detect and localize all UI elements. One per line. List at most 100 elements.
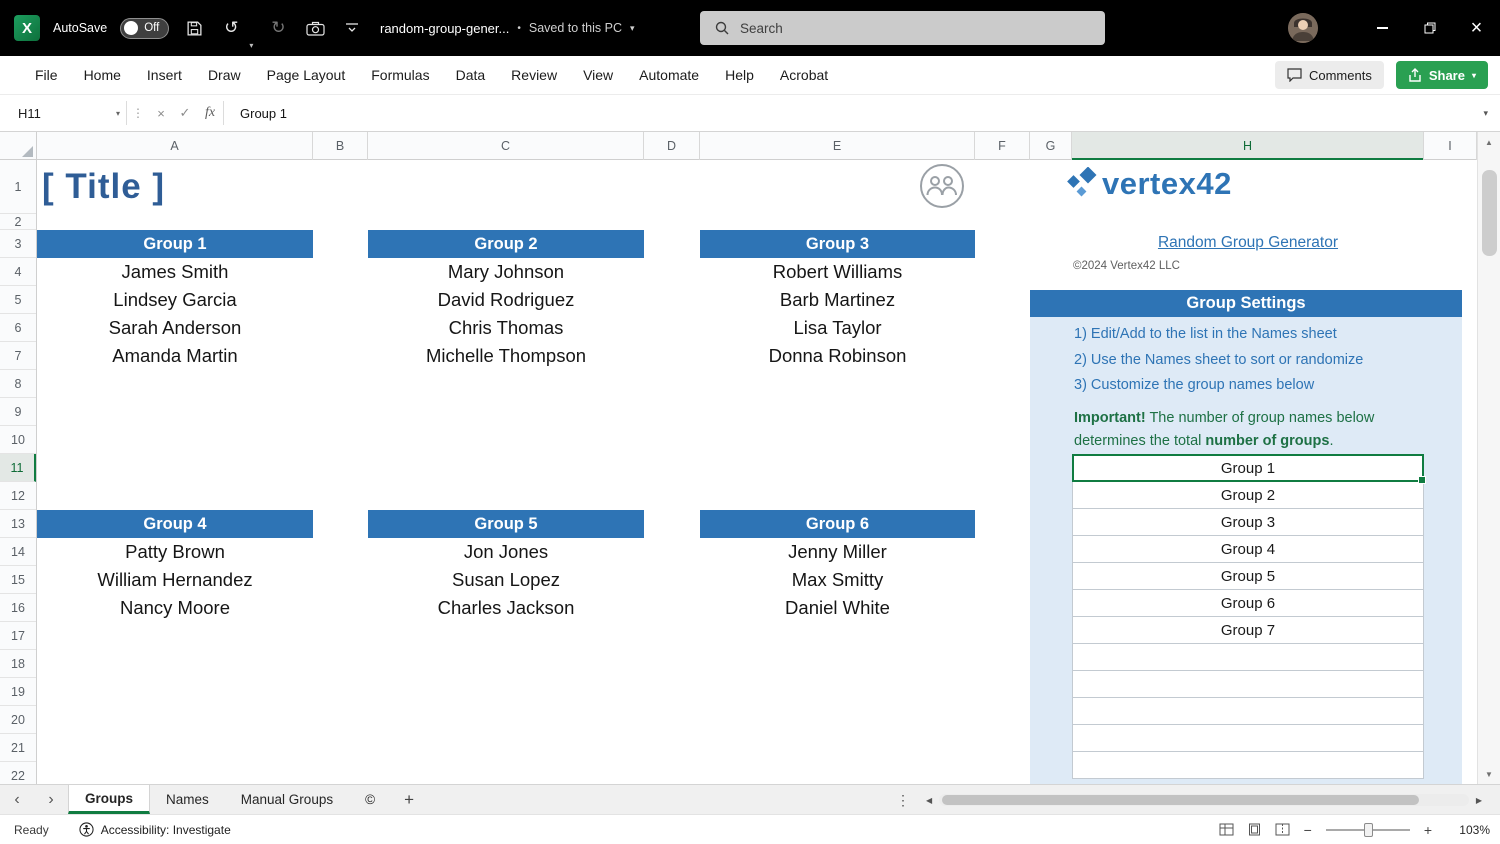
scroll-left-icon[interactable]: ◀ <box>926 796 932 805</box>
group-header-cell[interactable]: Group 4 <box>37 510 313 538</box>
group-name-cell[interactable] <box>1072 670 1424 698</box>
row-header[interactable]: 5 <box>0 286 36 314</box>
column-header-b[interactable]: B <box>313 132 368 160</box>
undo-dropdown-icon[interactable]: ▾ <box>249 41 253 56</box>
row-header[interactable]: 13 <box>0 510 36 538</box>
column-header-g[interactable]: G <box>1030 132 1072 160</box>
row-header[interactable]: 3 <box>0 230 36 258</box>
search-input[interactable]: Search <box>700 11 1105 45</box>
restore-button[interactable] <box>1406 0 1453 56</box>
tab-view[interactable]: View <box>570 56 626 94</box>
row-header[interactable]: 8 <box>0 370 36 398</box>
scroll-right-icon[interactable]: ▶ <box>1476 796 1482 805</box>
row-header[interactable]: 15 <box>0 566 36 594</box>
row-header[interactable]: 1 <box>0 160 36 214</box>
title-cell[interactable]: [ Title ] <box>42 160 165 214</box>
minimize-button[interactable] <box>1359 0 1406 56</box>
formula-input[interactable]: Group 1 <box>240 106 1483 121</box>
zoom-level[interactable]: 103% <box>1446 823 1490 837</box>
row-header[interactable]: 19 <box>0 678 36 706</box>
group-name-cell[interactable] <box>1072 751 1424 779</box>
member-cell[interactable]: David Rodriguez <box>368 286 644 314</box>
save-icon[interactable] <box>182 15 206 41</box>
member-cell[interactable]: Daniel White <box>700 594 975 622</box>
tab-file[interactable]: File <box>22 56 71 94</box>
column-header-e[interactable]: E <box>700 132 975 160</box>
saved-status-chevron-icon[interactable]: ▾ <box>630 23 635 34</box>
tab-acrobat[interactable]: Acrobat <box>767 56 841 94</box>
member-cell[interactable]: Lindsey Garcia <box>37 286 313 314</box>
group-name-cell[interactable]: Group 5 <box>1072 562 1424 590</box>
group-name-cell[interactable] <box>1072 724 1424 752</box>
redo-icon[interactable]: ↻ <box>266 15 290 41</box>
row-header-selected[interactable]: 11 <box>0 454 36 482</box>
row-header[interactable]: 10 <box>0 426 36 454</box>
expand-formula-bar-icon[interactable]: ▾ <box>1483 108 1488 119</box>
row-header[interactable]: 9 <box>0 398 36 426</box>
user-avatar[interactable] <box>1288 13 1318 43</box>
member-cell[interactable]: Susan Lopez <box>368 566 644 594</box>
member-cell[interactable]: Lisa Taylor <box>700 314 975 342</box>
name-box[interactable]: H11 ▾ <box>8 100 126 126</box>
customize-quick-access-icon[interactable] <box>340 15 364 41</box>
member-cell[interactable]: Donna Robinson <box>700 342 975 370</box>
member-cell[interactable]: Jon Jones <box>368 538 644 566</box>
sheet-tab-copyright[interactable]: © <box>349 785 391 814</box>
insert-function-icon[interactable]: fx <box>197 105 223 121</box>
group-name-cell-selected[interactable]: Group 1 <box>1072 454 1424 482</box>
next-sheet-icon[interactable]: › <box>34 785 68 814</box>
cancel-entry-icon[interactable]: × <box>149 106 173 121</box>
row-header[interactable]: 22 <box>0 762 36 784</box>
tab-page-layout[interactable]: Page Layout <box>254 56 359 94</box>
page-layout-view-icon[interactable] <box>1247 823 1262 836</box>
row-header[interactable]: 6 <box>0 314 36 342</box>
group-header-cell[interactable]: Group 2 <box>368 230 644 258</box>
group-header-cell[interactable]: Group 6 <box>700 510 975 538</box>
member-cell[interactable]: Chris Thomas <box>368 314 644 342</box>
add-sheet-icon[interactable]: + <box>391 785 427 814</box>
row-header[interactable]: 7 <box>0 342 36 370</box>
column-header-c[interactable]: C <box>368 132 644 160</box>
group-name-cell[interactable]: Group 6 <box>1072 589 1424 617</box>
select-all-corner[interactable] <box>0 132 37 160</box>
tab-formulas[interactable]: Formulas <box>358 56 442 94</box>
row-header[interactable]: 16 <box>0 594 36 622</box>
page-break-preview-icon[interactable] <box>1275 823 1290 836</box>
column-header-d[interactable]: D <box>644 132 700 160</box>
sheet-tab-groups[interactable]: Groups <box>68 785 150 814</box>
row-header[interactable]: 14 <box>0 538 36 566</box>
spreadsheet-grid[interactable]: [ Title ] vertex42 Random Group Generato… <box>0 160 1477 784</box>
previous-sheet-icon[interactable]: ‹ <box>0 785 34 814</box>
member-cell[interactable]: Barb Martinez <box>700 286 975 314</box>
member-cell[interactable]: Jenny Miller <box>700 538 975 566</box>
row-header[interactable]: 18 <box>0 650 36 678</box>
zoom-in-icon[interactable]: + <box>1424 822 1432 838</box>
member-cell[interactable]: Robert Williams <box>700 258 975 286</box>
sheet-tab-names[interactable]: Names <box>150 785 225 814</box>
member-cell[interactable]: Michelle Thompson <box>368 342 644 370</box>
group-name-cell[interactable] <box>1072 643 1424 671</box>
saved-status[interactable]: Saved to this PC <box>529 21 622 35</box>
sheet-options-icon[interactable]: ⋮ <box>896 785 910 815</box>
tab-draw[interactable]: Draw <box>195 56 254 94</box>
group-header-cell[interactable]: Group 3 <box>700 230 975 258</box>
name-box-chevron-icon[interactable]: ▾ <box>116 109 120 118</box>
accessibility-status[interactable]: Accessibility: Investigate <box>79 822 231 837</box>
zoom-slider-thumb[interactable] <box>1364 823 1373 837</box>
row-header[interactable]: 21 <box>0 734 36 762</box>
horizontal-scroll-track[interactable] <box>939 794 1469 806</box>
tab-home[interactable]: Home <box>71 56 134 94</box>
row-header[interactable]: 12 <box>0 482 36 510</box>
member-cell[interactable]: Sarah Anderson <box>37 314 313 342</box>
row-header[interactable]: 2 <box>0 214 36 230</box>
tab-help[interactable]: Help <box>712 56 767 94</box>
autosave-toggle[interactable]: Off <box>120 18 169 39</box>
vertical-scroll-thumb[interactable] <box>1482 170 1497 256</box>
tab-insert[interactable]: Insert <box>134 56 195 94</box>
group-name-cell[interactable]: Group 7 <box>1072 616 1424 644</box>
group-name-cell[interactable]: Group 3 <box>1072 508 1424 536</box>
member-cell[interactable]: Amanda Martin <box>37 342 313 370</box>
close-button[interactable]: × <box>1453 0 1500 56</box>
column-header-i[interactable]: I <box>1424 132 1477 160</box>
scroll-down-icon[interactable]: ▼ <box>1478 764 1500 784</box>
